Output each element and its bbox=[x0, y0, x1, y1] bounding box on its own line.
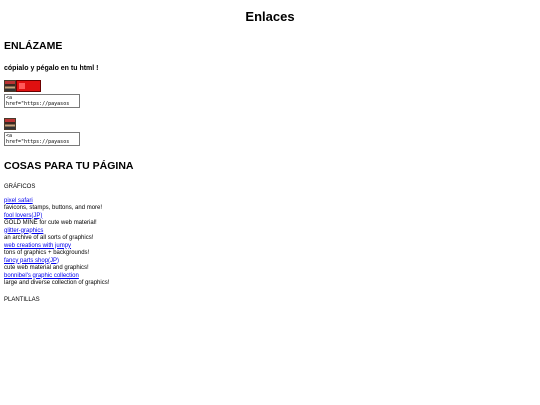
embed-code-box-1[interactable]: <a href="https://payasos bbox=[4, 94, 80, 108]
link-fool-lovers[interactable]: fool lovers(JP) bbox=[4, 213, 536, 221]
copy-instructions: cópialo y pégalo en tu html ! bbox=[4, 65, 99, 72]
link-button-large[interactable] bbox=[4, 80, 536, 92]
plantillas-label: PLANTILLAS bbox=[4, 296, 40, 303]
site-button-icon bbox=[4, 80, 16, 92]
embed-code-box-2[interactable]: <a href="https://payasos bbox=[4, 132, 80, 146]
page-title: Enlaces bbox=[245, 9, 295, 24]
graficos-label: GRÁFICOS bbox=[4, 184, 36, 190]
link-bonnibel-collection[interactable]: bonnibel's graphic collection bbox=[4, 273, 536, 281]
link-description: favicons, stamps, buttons, and more! bbox=[4, 205, 103, 211]
link-description: cute web material and graphics! bbox=[4, 265, 89, 271]
link-description: tons of graphics + backgrounds! bbox=[4, 250, 90, 256]
enlazame-heading: ENLÁZAME bbox=[4, 40, 63, 52]
site-button-icon bbox=[4, 118, 16, 130]
link-description: GOLD MINE for cute web material! bbox=[4, 220, 97, 226]
site-banner-graphic bbox=[16, 80, 41, 92]
link-pixel-safari[interactable]: pixel safari bbox=[4, 198, 536, 206]
link-description: an archive of all sorts of graphics! bbox=[4, 235, 94, 241]
link-fancy-parts-shop[interactable]: fancy parts shop(JP) bbox=[4, 258, 536, 266]
link-description: large and diverse collection of graphics… bbox=[4, 280, 110, 286]
link-button-small[interactable] bbox=[4, 118, 536, 130]
embed-code-line: href="https://payasos bbox=[6, 101, 70, 107]
embed-code-line: href="https://payasos bbox=[6, 139, 70, 145]
cosas-heading: COSAS PARA TU PÁGINA bbox=[4, 160, 134, 172]
link-glitter-graphics[interactable]: glitter-graphics bbox=[4, 228, 536, 236]
graphics-link-list: pixel safari favicons, stamps, buttons, … bbox=[4, 198, 536, 288]
link-web-creations-jumpy[interactable]: web creations with jumpy bbox=[4, 243, 536, 251]
